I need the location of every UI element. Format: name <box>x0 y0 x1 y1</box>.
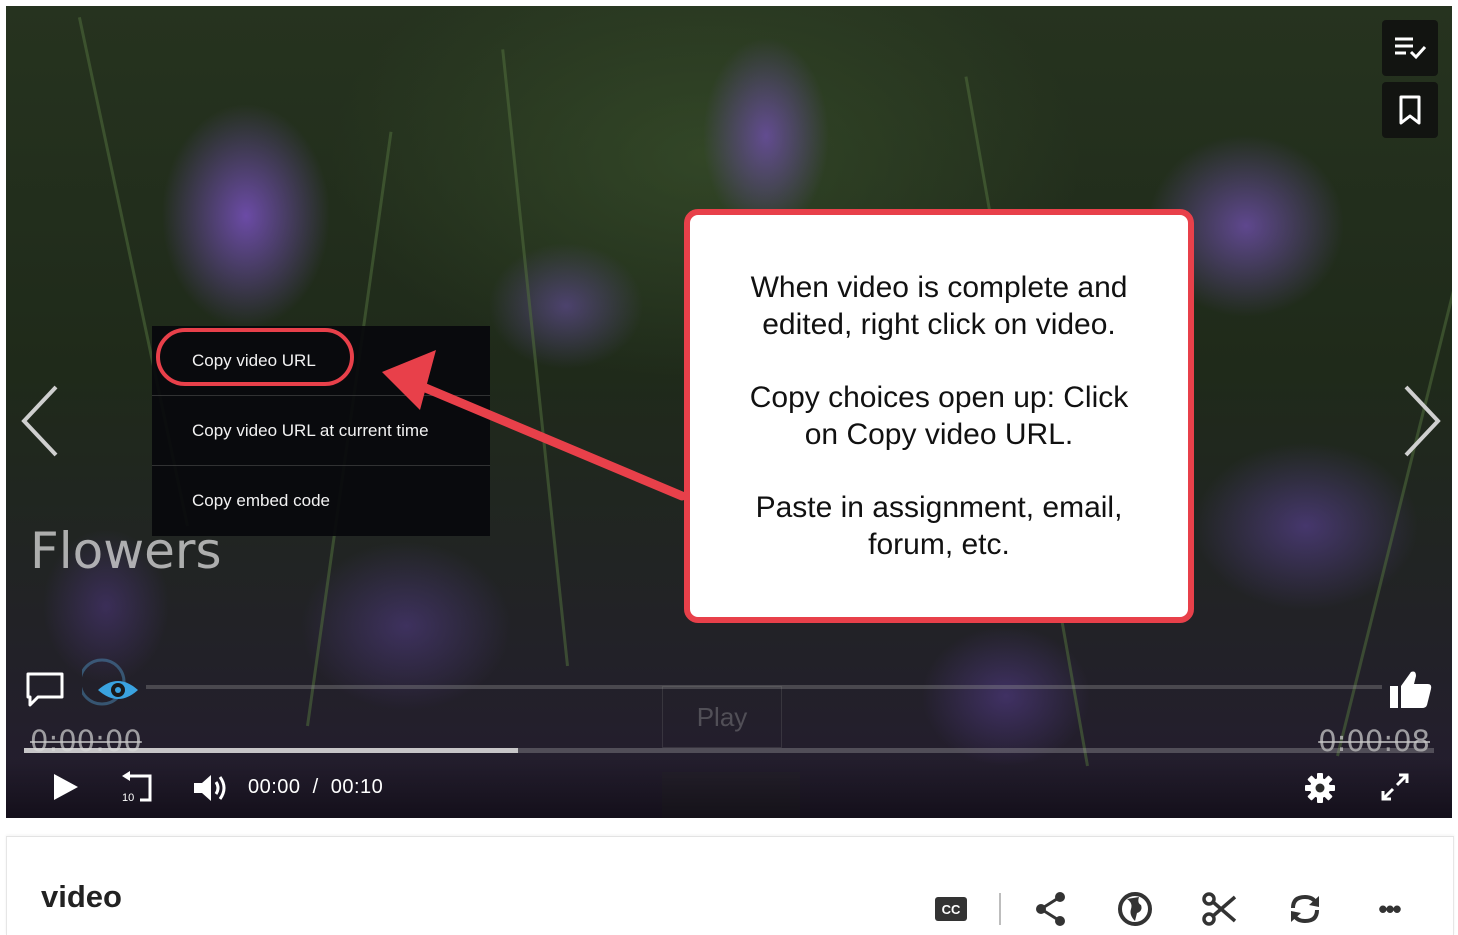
current-time: 00:00 <box>248 776 301 798</box>
more-options-button[interactable]: ••• <box>1369 889 1409 929</box>
globe-icon <box>1118 892 1152 926</box>
context-menu: Copy video URL Copy video URL at current… <box>152 326 490 536</box>
share-icon <box>1036 892 1065 926</box>
instruction-callout: When video is complete and edited, right… <box>684 209 1194 623</box>
speech-bubble-icon <box>26 672 64 707</box>
ghost-play-label: Play <box>662 686 782 748</box>
rewind-seconds-label: 10 <box>122 792 134 804</box>
time-display: 00:00 / 00:10 <box>248 776 383 799</box>
next-arrow-button[interactable] <box>1400 381 1444 461</box>
bookmark-button[interactable] <box>1382 82 1438 138</box>
fullscreen-button[interactable] <box>1380 772 1410 807</box>
refresh-icon <box>1291 894 1319 924</box>
globe-button[interactable] <box>1115 889 1155 929</box>
callout-paragraph: When video is complete and edited, right… <box>750 271 1128 341</box>
menu-item-copy-video-url-at-current-time[interactable]: Copy video URL at current time <box>152 396 490 466</box>
control-bar: 10 00:00 / 00:10 <box>6 758 1452 818</box>
refresh-button[interactable] <box>1285 889 1325 929</box>
eye-icon <box>78 658 138 706</box>
like-button[interactable] <box>1388 668 1434 712</box>
eye-toggle-button[interactable] <box>78 656 140 718</box>
chevron-right-icon <box>1404 385 1441 457</box>
cc-label: CC <box>942 902 961 917</box>
overlay-track <box>146 685 1382 689</box>
menu-item-copy-embed-code[interactable]: Copy embed code <box>152 466 490 536</box>
previous-arrow-button[interactable] <box>18 381 62 461</box>
playlist-check-icon <box>1395 37 1427 60</box>
progress-fill <box>24 748 518 753</box>
chevron-left-icon <box>21 385 58 457</box>
comment-toggle-button[interactable] <box>24 670 68 710</box>
toolbar-divider <box>999 893 1001 925</box>
playlist-button[interactable] <box>1382 20 1438 76</box>
gear-icon <box>1305 773 1335 803</box>
menu-item-copy-video-url[interactable]: Copy video URL <box>152 326 490 396</box>
callout-paragraph: Paste in assignment, email, forum, etc. <box>755 491 1123 561</box>
play-button[interactable] <box>50 772 80 807</box>
closed-captions-icon: CC <box>935 897 967 921</box>
thumbs-up-icon <box>1390 671 1432 708</box>
video-info-bar: video CC ••• <box>6 836 1454 935</box>
background-stem <box>501 49 569 667</box>
expand-icon <box>1381 773 1409 801</box>
scissors-icon <box>1202 892 1237 926</box>
bookmark-icon <box>1399 95 1421 125</box>
video-title: video <box>41 879 122 914</box>
volume-button[interactable] <box>192 772 230 809</box>
settings-button[interactable] <box>1304 772 1336 809</box>
video-player[interactable]: Flowers Copy video URL Copy video URL at… <box>6 6 1452 818</box>
rewind-10-icon: 10 <box>122 771 152 804</box>
rewind-button[interactable]: 10 <box>118 770 154 809</box>
closed-captions-button[interactable]: CC <box>931 889 971 929</box>
share-button[interactable] <box>1031 889 1071 929</box>
progress-bar[interactable] <box>24 748 1434 753</box>
trim-button[interactable] <box>1199 889 1239 929</box>
time-separator: / <box>312 776 319 798</box>
volume-icon <box>194 775 226 801</box>
duration: 00:10 <box>330 776 384 798</box>
callout-paragraph: Copy choices open up: Click on Copy vide… <box>749 381 1129 451</box>
play-icon <box>54 774 78 800</box>
